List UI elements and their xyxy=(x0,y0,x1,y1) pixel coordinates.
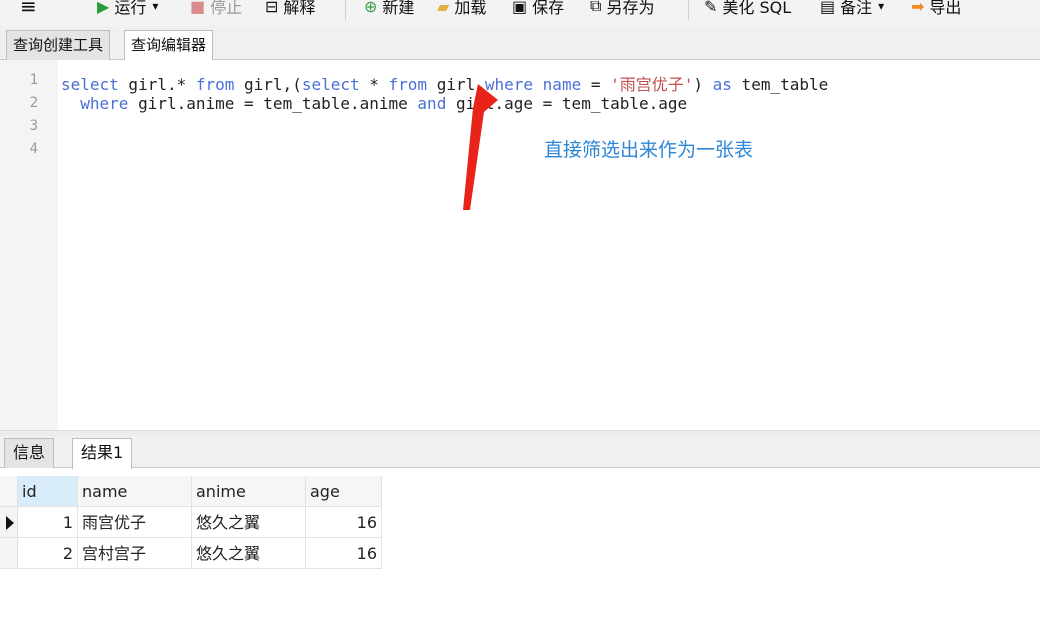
sql-text: girl.age = tem_table.age xyxy=(446,94,688,113)
sql-keyword: name xyxy=(542,75,582,94)
sql-text: girl.* xyxy=(118,75,196,94)
tab-info[interactable]: 信息 xyxy=(4,438,55,468)
current-row-indicator-icon xyxy=(0,507,18,538)
note-icon: ▤ xyxy=(820,0,836,16)
export-button[interactable]: ➡ 导出 xyxy=(911,0,961,18)
sql-keyword: as xyxy=(712,75,732,94)
comment-dropdown-icon[interactable]: ▾ xyxy=(878,0,884,13)
run-dropdown-icon[interactable]: ▾ xyxy=(152,0,158,13)
sql-keyword: select xyxy=(61,75,119,94)
load-button[interactable]: ▰ 加载 xyxy=(437,0,486,18)
toolbar-divider xyxy=(688,0,689,20)
explain-icon: ⊟ xyxy=(265,0,279,16)
code-line[interactable]: where girl.anime = tem_table.anime and g… xyxy=(61,94,687,113)
beautify-sql-button[interactable]: ✎ 美化 SQL xyxy=(704,0,791,18)
cell-id[interactable]: 2 xyxy=(18,538,78,569)
red-arrow-annotation xyxy=(463,84,498,210)
save-icon: ▣ xyxy=(512,0,528,16)
column-header-name[interactable]: name xyxy=(78,476,192,507)
export-label: 导出 xyxy=(929,0,962,17)
line-number-gutter: 1 2 3 4 xyxy=(0,60,58,430)
load-label: 加载 xyxy=(454,0,487,17)
tab-result-1[interactable]: 结果1 xyxy=(72,438,133,469)
line-number: 1 xyxy=(29,72,38,88)
sql-keyword: from xyxy=(388,75,428,94)
sql-text: * xyxy=(359,75,389,94)
stop-icon: ■ xyxy=(190,0,206,16)
sql-text: = xyxy=(581,75,611,94)
sql-string: '雨宫优子' xyxy=(610,75,694,94)
explain-label: 解释 xyxy=(283,0,316,17)
stop-button[interactable]: ■ 停止 xyxy=(190,0,242,18)
sql-editor[interactable]: 1 2 3 4 select girl.* from girl,(select … xyxy=(0,60,1040,430)
save-label: 保存 xyxy=(532,0,565,17)
code-line[interactable]: select girl.* from girl,(select * from g… xyxy=(61,71,828,95)
save-button[interactable]: ▣ 保存 xyxy=(512,0,564,18)
row-header xyxy=(0,538,18,569)
cell-anime[interactable]: 悠久之翼 xyxy=(192,538,306,569)
line-number: 3 xyxy=(29,118,38,134)
comment-label: 备注 xyxy=(840,0,873,17)
play-icon: ▶ xyxy=(97,0,110,16)
sql-keyword: and xyxy=(417,94,447,113)
sql-text: girl.anime = tem_table.anime xyxy=(128,94,418,113)
wand-icon: ✎ xyxy=(704,0,718,16)
new-icon: ⊕ xyxy=(364,0,378,16)
sql-text: girl,( xyxy=(234,75,302,94)
editor-tab-strip: 查询创建工具 查询编辑器 xyxy=(0,26,1040,61)
beautify-sql-label: 美化 SQL xyxy=(722,0,792,17)
export-icon: ➡ xyxy=(911,0,925,16)
save-as-button[interactable]: ⧉ 另存为 xyxy=(590,0,654,18)
annotation-text: 直接筛选出来作为一张表 xyxy=(544,139,754,161)
cell-anime[interactable]: 悠久之翼 xyxy=(192,507,306,538)
comment-button[interactable]: ▤ 备注 ▾ xyxy=(820,0,884,18)
new-button[interactable]: ⊕ 新建 xyxy=(364,0,414,18)
save-as-label: 另存为 xyxy=(606,0,655,17)
column-header-id[interactable]: id xyxy=(18,476,78,507)
result-tab-strip: 信息 结果1 xyxy=(0,436,1040,469)
folder-icon: ▰ xyxy=(437,0,450,16)
stop-label: 停止 xyxy=(210,0,243,17)
sql-text: girl xyxy=(427,75,485,94)
toolbar-divider xyxy=(345,0,346,20)
column-header-age[interactable]: age xyxy=(306,476,382,507)
toolbar: ≡ ▶ 运行 ▾ ■ 停止 ⊟ 解释 ⊕ 新建 ▰ 加载 ▣ 保存 ⧉ 另存为 … xyxy=(0,0,1040,26)
run-label: 运行 xyxy=(114,0,147,17)
explain-button[interactable]: ⊟ 解释 xyxy=(265,0,315,18)
menu-icon[interactable]: ≡ xyxy=(20,0,37,18)
cell-age[interactable]: 16 xyxy=(306,538,382,569)
run-button[interactable]: ▶ 运行 ▾ xyxy=(97,0,158,18)
line-number: 4 xyxy=(29,141,38,157)
tab-query-builder[interactable]: 查询创建工具 xyxy=(6,30,111,60)
sql-keyword: where xyxy=(484,75,534,94)
new-label: 新建 xyxy=(382,0,415,17)
tab-query-editor[interactable]: 查询编辑器 xyxy=(124,30,214,61)
sql-keyword: where xyxy=(80,94,129,113)
sql-text: ) xyxy=(693,75,713,94)
cell-id[interactable]: 1 xyxy=(18,507,78,538)
sql-keyword: select xyxy=(301,75,360,94)
sql-keyword: from xyxy=(195,75,235,94)
line-number: 2 xyxy=(29,95,38,111)
sql-text: tem_table xyxy=(731,75,829,94)
cell-name[interactable]: 宫村宫子 xyxy=(78,538,192,569)
cell-age[interactable]: 16 xyxy=(306,507,382,538)
save-as-icon: ⧉ xyxy=(590,0,602,15)
grid-corner xyxy=(0,476,18,507)
column-header-anime[interactable]: anime xyxy=(192,476,306,507)
cell-name[interactable]: 雨宫优子 xyxy=(78,507,192,538)
